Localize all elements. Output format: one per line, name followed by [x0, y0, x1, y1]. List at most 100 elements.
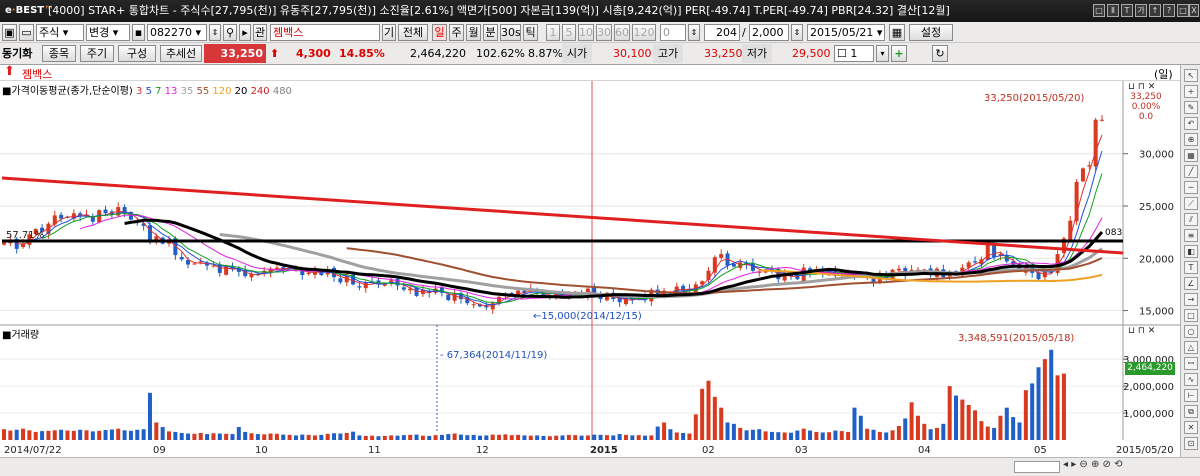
brush-icon[interactable]: ꟷ — [1184, 357, 1198, 370]
copy-icon[interactable]: ⧉ — [1184, 405, 1198, 418]
volume-bar — [960, 399, 965, 440]
zoom-icon[interactable]: ⊕ — [1184, 133, 1198, 146]
sync-button[interactable]: 동기화 — [2, 45, 32, 62]
volume-panel-controls[interactable]: ⊔ ⊓ ✕ — [1128, 326, 1155, 336]
interval-button-10[interactable]: 10 — [578, 24, 594, 41]
arrow-icon[interactable]: → — [1184, 293, 1198, 306]
cursor-icon[interactable]: ↖ — [1184, 69, 1198, 82]
volume-bar — [33, 431, 38, 440]
maximize-button[interactable]: □ — [1177, 4, 1189, 17]
stock-code-input[interactable]: 082270 ▾ — [147, 24, 207, 41]
trendline-button[interactable]: 추세선 — [160, 45, 202, 62]
page-select[interactable]: ☐ 1 — [834, 45, 874, 62]
candle — [306, 272, 311, 274]
triangle-icon[interactable]: △ — [1184, 341, 1198, 354]
close-button[interactable]: X — [1189, 4, 1199, 17]
period-button-month[interactable]: 월 — [466, 24, 481, 41]
period-button-tick[interactable]: 틱 — [523, 24, 538, 41]
volume-bar — [65, 430, 70, 440]
scroll-controls[interactable]: ◂ ▸ ⊖ ⊕ ⊘ ⟲ — [1063, 459, 1122, 470]
interval-button-30[interactable]: 30 — [596, 24, 612, 41]
lock-icon[interactable]: ⊡ — [1184, 437, 1198, 450]
trend-icon[interactable]: ⟋ — [1184, 197, 1198, 210]
page-dropdown-icon[interactable]: ▾ — [876, 45, 889, 62]
wave-icon[interactable]: ∿ — [1184, 373, 1198, 386]
fib-icon[interactable]: ≡ — [1184, 229, 1198, 242]
period-button-30s[interactable]: 30s — [500, 24, 521, 41]
settings-button[interactable]: 설정 — [909, 24, 953, 41]
volume-bar — [769, 431, 774, 440]
text-button[interactable]: T — [1121, 4, 1133, 17]
updown-icon[interactable]: ⇕ — [209, 24, 221, 41]
candle — [395, 278, 400, 286]
add-icon[interactable]: + — [891, 45, 907, 62]
interval-button-1[interactable]: 1 — [546, 24, 560, 41]
ruler-icon[interactable]: ⊢ — [1184, 389, 1198, 402]
pin-button[interactable]: ↑ — [1149, 4, 1161, 17]
display-count-input[interactable]: 204 — [704, 24, 740, 41]
volume-bar — [573, 435, 578, 440]
volume-bar — [179, 432, 184, 440]
restore-button[interactable]: □ — [1093, 4, 1105, 17]
period-button-minute[interactable]: 분 — [483, 24, 498, 41]
code-list-icon[interactable]: ▪ — [132, 24, 145, 41]
help-button[interactable]: ? — [1163, 4, 1175, 17]
period-button[interactable]: 주기 — [80, 45, 114, 62]
interval-button-120[interactable]: 120 — [632, 24, 656, 41]
scroll-thumb[interactable] — [1014, 461, 1060, 473]
related-button[interactable]: 관 — [253, 24, 267, 41]
angle-icon[interactable]: ∠ — [1184, 277, 1198, 290]
layout-icon[interactable]: ▣ — [2, 24, 17, 41]
volume-bar — [903, 418, 908, 440]
volume-bar — [135, 429, 140, 440]
rect-icon[interactable]: □ — [1184, 309, 1198, 322]
period-button-base[interactable]: 기 — [382, 24, 396, 41]
volume-bar — [1017, 422, 1022, 440]
calendar-icon[interactable]: ▦ — [889, 24, 905, 41]
grid-icon[interactable]: ▦ — [1184, 149, 1198, 162]
line-icon[interactable]: ╱ — [1184, 165, 1198, 178]
volume-bar — [1011, 417, 1016, 440]
stock-button[interactable]: 종목 — [42, 45, 76, 62]
compose-button[interactable]: 구성 — [118, 45, 156, 62]
change-select[interactable]: 변경 ▾ — [86, 24, 130, 41]
market-select[interactable]: 주식 ▾ — [36, 24, 84, 41]
interval-spin-icon[interactable]: ⇕ — [688, 24, 700, 41]
hline-icon[interactable]: ─ — [1184, 181, 1198, 194]
interval-button-60[interactable]: 60 — [614, 24, 630, 41]
window-titlebar: e·BEST™ [4000] STAR+ 통합차트 - 주식수[27,795(천… — [0, 0, 1200, 22]
circle-icon[interactable]: ○ — [1184, 325, 1198, 338]
font-button[interactable]: 가 — [1135, 4, 1147, 17]
interval-button-5[interactable]: 5 — [562, 24, 576, 41]
stock-name-field[interactable]: 젬백스 — [270, 24, 380, 41]
screen-icon[interactable]: ▭ — [19, 24, 34, 41]
refresh-icon[interactable]: ↻ — [932, 45, 948, 62]
up-arrow-icon: ⬆ — [4, 64, 15, 79]
delete-icon[interactable]: ✕ — [1184, 421, 1198, 434]
volume-bar — [725, 422, 730, 440]
undo-icon[interactable]: ↶ — [1184, 117, 1198, 130]
chart-scrollbar[interactable]: ◂ ▸ ⊖ ⊕ ⊘ ⟲ — [0, 457, 1200, 476]
crosshair-icon[interactable]: + — [1184, 85, 1198, 98]
period-button-week[interactable]: 주 — [449, 24, 464, 41]
pencil-icon[interactable]: ✎ — [1184, 101, 1198, 114]
volume-bar — [750, 429, 755, 440]
corner-change: 0.0 — [1138, 112, 1154, 122]
total-count-input[interactable]: 2,000 — [749, 24, 789, 41]
eraser-icon[interactable]: ◧ — [1184, 245, 1198, 258]
interval-input[interactable]: 0 — [660, 24, 686, 41]
count-spin-icon[interactable]: ⇕ — [791, 24, 803, 41]
period-button-day[interactable]: 일 — [432, 24, 447, 41]
period-button-all[interactable]: 전체 — [398, 24, 428, 41]
volume-bar — [896, 425, 901, 440]
play-icon[interactable]: ▸ — [239, 24, 251, 41]
split-button[interactable]: Ⅱ — [1107, 4, 1119, 17]
stock-chart[interactable]: 30,00025,00020,00015,000 3,000,0002,000,… — [0, 81, 1180, 457]
search-icon[interactable]: ⚲ — [223, 24, 237, 41]
channel-icon[interactable]: ⫽ — [1184, 213, 1198, 226]
price-panel-controls[interactable]: ⊔ ⊓ ✕ — [1128, 82, 1155, 92]
text-icon[interactable]: T — [1184, 261, 1198, 274]
volume-bar — [452, 433, 457, 440]
ma-period-120: 120 — [209, 86, 232, 97]
date-input[interactable]: 2015/05/21 ▾ — [807, 24, 885, 41]
